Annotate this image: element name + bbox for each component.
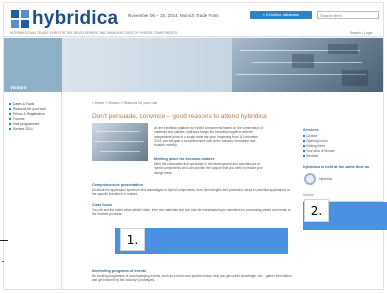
sidebar-item-reasons[interactable]: Reasons for your visit (9, 107, 46, 111)
section-label: Visitors (10, 85, 27, 90)
fair-logo-label[interactable]: hybridica (319, 177, 332, 181)
search-input[interactable] (317, 11, 379, 19)
service-link-getting-there[interactable]: Getting there (306, 144, 325, 148)
sidebar-item-dates[interactable]: Dates & Facts (9, 102, 34, 106)
sidebar-item-label: Prices & Registration (13, 112, 45, 116)
bullet-icon (303, 135, 305, 137)
site-logo-text[interactable]: hybridica (32, 8, 118, 30)
partner-label: Messe (303, 193, 315, 197)
service-link-hours[interactable]: Opening hours (306, 139, 328, 143)
comprehensive-heading: Comprehensive presentation (92, 183, 143, 187)
fair-logo-icon[interactable] (304, 173, 316, 185)
screenshot-stage: hybridica November 06 – 15, 2014, Munich… (0, 0, 387, 293)
events-paragraph: An exciting programme of accompanying ev… (92, 274, 292, 283)
sidebar-nav: Dates & Facts Reasons for your visit Pri… (4, 92, 62, 289)
sidebar-item-label: Reasons for your visit (13, 107, 46, 111)
edge-mark (0, 240, 8, 241)
meeting-paragraph: Meet the companies that specialize in th… (154, 162, 263, 175)
highlight-label-1: 1. (120, 228, 145, 251)
banner-section-panel: Visitors (4, 38, 62, 92)
sidebar-item-prices[interactable]: Prices & Registration (9, 112, 45, 116)
bullet-icon (9, 103, 11, 106)
sidebar-item-programmes[interactable]: Visit programmes (9, 122, 39, 126)
right-column: Services Contact Opening hours Getting t… (296, 92, 383, 289)
banner-photo (232, 38, 383, 92)
logo-icon[interactable] (11, 10, 29, 28)
bullet-icon (9, 128, 11, 131)
bullet-icon (9, 113, 11, 116)
service-link-weather[interactable]: Weather (306, 154, 318, 158)
meeting-paragraph-tail (92, 172, 152, 177)
bullet-icon (303, 155, 305, 157)
hero-banner: Visitors (4, 38, 383, 92)
clear-focus-heading: Clear focus (92, 203, 113, 207)
edge-tick (2, 261, 4, 262)
site-header: hybridica November 06 – 15, 2014, Munich… (4, 3, 383, 37)
bullet-icon (9, 108, 11, 111)
sidebar-item-label: Dates & Facts (13, 102, 35, 106)
intro-paragraph: As the exhibition platform for hybrid co… (154, 126, 264, 148)
service-link-munich[interactable]: Your idea of Munich (306, 149, 335, 153)
service-link-contact[interactable]: Contact (306, 134, 317, 138)
site-tagline: INTERNATIONAL TRADE FAIR FOR THE DEVELOP… (10, 31, 178, 35)
page-title: Don't persuade, convince – good reasons … (92, 113, 267, 120)
highlight-label-2: 2. (304, 199, 329, 222)
sidebar-item-label: Forums (13, 117, 25, 121)
services-heading: Services (303, 128, 319, 132)
sidebar-item-label: Visit programmes (13, 122, 40, 126)
events-heading: Interesting programs of events (92, 269, 147, 273)
bullet-icon (303, 140, 305, 142)
bullet-icon (9, 118, 11, 121)
sidebar-item-review[interactable]: Review 2014 (9, 127, 33, 131)
search-login-links[interactable]: Search | Login (350, 31, 373, 35)
meeting-heading: Meeting place for decision-makers (154, 157, 215, 161)
main-content: » Home » Visitors » Reasons for your vis… (63, 92, 296, 289)
content-photo (92, 123, 148, 161)
exhibitor-database-button[interactable]: » Exhibitor database (250, 11, 312, 19)
event-date: November 06 – 15, 2014, Munich Trade Fai… (128, 13, 219, 18)
concurrent-fairs-heading: hybridica is held at the same time as (303, 165, 370, 169)
sidebar-item-forums[interactable]: Forums (9, 117, 25, 121)
breadcrumb[interactable]: » Home » Visitors » Reasons for your vis… (92, 101, 157, 105)
comprehensive-paragraph: All about the application spectrum and a… (92, 188, 290, 197)
sidebar-item-label: Review 2014 (13, 127, 33, 131)
bullet-icon (303, 150, 305, 152)
clear-focus-paragraph: You will see the entire value-added chai… (92, 208, 291, 217)
bullet-icon (9, 123, 11, 126)
banner-gradient (62, 38, 232, 92)
bullet-icon (303, 145, 305, 147)
